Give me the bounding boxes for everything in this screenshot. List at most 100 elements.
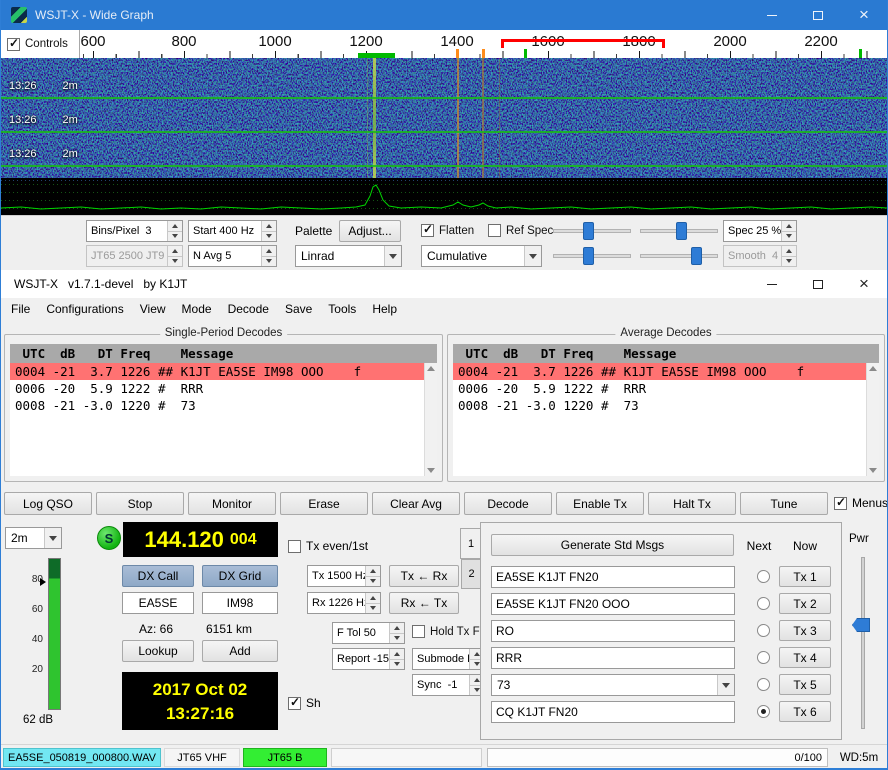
menu-mode[interactable]: Mode xyxy=(174,299,220,319)
menu-view[interactable]: View xyxy=(132,299,174,319)
spectrum-plot[interactable] xyxy=(1,178,887,215)
bins-pixel-spinbox[interactable]: Bins/Pixel 3 xyxy=(86,220,183,242)
spin-up-icon[interactable] xyxy=(366,566,380,576)
tx4-now-button[interactable]: Tx 4 xyxy=(779,647,831,668)
tx6-now-button[interactable]: Tx 6 xyxy=(779,701,831,722)
decode-row[interactable]: 0004 -21 3.7 1226 ## K1JT EA5SE IM98 OOO… xyxy=(453,363,866,380)
f-tol-spinbox[interactable]: F Tol 50 xyxy=(332,622,405,644)
menu-file[interactable]: File xyxy=(3,299,38,319)
tx4-next-radio[interactable] xyxy=(757,651,770,664)
scrollbar[interactable] xyxy=(866,363,879,476)
tx1-message-input[interactable] xyxy=(491,566,735,588)
chevron-down-icon[interactable] xyxy=(717,675,734,695)
tx2-message-input[interactable] xyxy=(491,593,735,615)
spectrum-zero-slider[interactable] xyxy=(640,245,718,267)
flatten-toggle[interactable]: Flatten xyxy=(421,224,474,237)
sh-checkbox[interactable] xyxy=(288,697,301,710)
stop-button[interactable]: Stop xyxy=(96,492,184,515)
menu-configurations[interactable]: Configurations xyxy=(38,299,131,319)
rx-freq-spinbox[interactable]: Rx 1226 Hz xyxy=(307,592,381,614)
decode-row[interactable]: 0008 -21 -3.0 1220 # 73 xyxy=(453,397,866,414)
tab-2[interactable]: 2 xyxy=(461,559,481,589)
n-avg-spinbox[interactable]: N Avg 5 xyxy=(188,245,277,267)
spin-down-icon[interactable] xyxy=(168,231,182,242)
halt-tx-button[interactable]: Halt Tx xyxy=(648,492,736,515)
scroll-down-icon[interactable] xyxy=(427,468,435,473)
spin-up-icon[interactable] xyxy=(782,221,796,231)
display-mode-combobox[interactable]: Cumulative xyxy=(421,245,542,267)
start-freq-spinbox[interactable]: Start 400 Hz xyxy=(188,220,277,242)
adjust-button[interactable]: Adjust... xyxy=(339,220,401,242)
ref-spec-toggle[interactable]: Ref Spec xyxy=(488,224,553,237)
scroll-down-icon[interactable] xyxy=(869,468,877,473)
minimize-button[interactable] xyxy=(749,270,795,298)
spec-percent-spinbox[interactable]: Spec 25 % xyxy=(723,220,797,242)
dx-call-input[interactable] xyxy=(122,592,194,614)
main-titlebar[interactable]: WSJT-X v1.7.1-devel by K1JT xyxy=(1,270,887,298)
tx-from-rx-button[interactable]: Tx ← Rx xyxy=(389,565,459,587)
tx5-next-radio[interactable] xyxy=(757,678,770,691)
tab-1[interactable]: 1 xyxy=(460,528,481,559)
tx-even-checkbox[interactable] xyxy=(288,540,301,553)
ref-spec-checkbox[interactable] xyxy=(488,224,501,237)
band-combobox[interactable]: 2m xyxy=(5,527,62,549)
tune-button[interactable]: Tune xyxy=(740,492,828,515)
erase-button[interactable]: Erase xyxy=(280,492,368,515)
menu-save[interactable]: Save xyxy=(277,299,320,319)
menu-tools[interactable]: Tools xyxy=(320,299,364,319)
chevron-down-icon[interactable] xyxy=(44,528,61,548)
slider-handle[interactable] xyxy=(676,222,687,240)
decode-button[interactable]: Decode xyxy=(464,492,552,515)
waterfall-gain-slider[interactable] xyxy=(553,220,631,242)
waterfall-display[interactable]: 13:262m 13:262m 13:262m xyxy=(1,58,887,178)
tx6-message-input[interactable] xyxy=(491,701,735,723)
spin-up-icon[interactable] xyxy=(390,623,404,633)
tx2-now-button[interactable]: Tx 2 xyxy=(779,593,831,614)
log-qso-button[interactable]: Log QSO xyxy=(4,492,92,515)
add-button[interactable]: Add xyxy=(202,640,278,662)
spin-down-icon[interactable] xyxy=(262,256,276,267)
dx-grid-input[interactable] xyxy=(202,592,278,614)
tx1-next-radio[interactable] xyxy=(757,570,770,583)
wide-graph-titlebar[interactable]: WSJT-X - Wide Graph xyxy=(1,0,887,30)
tx-even-toggle[interactable]: Tx even/1st xyxy=(288,539,368,553)
waterfall-zero-slider[interactable] xyxy=(640,220,718,242)
spin-up-icon[interactable] xyxy=(262,221,276,231)
dx-grid-button[interactable]: DX Grid xyxy=(202,565,278,587)
menu-decode[interactable]: Decode xyxy=(220,299,277,319)
report-spinbox[interactable]: Report -15 xyxy=(332,648,405,670)
tx5-now-button[interactable]: Tx 5 xyxy=(779,674,831,695)
spin-down-icon[interactable] xyxy=(390,659,404,670)
spin-up-icon[interactable] xyxy=(366,593,380,603)
slider-handle[interactable] xyxy=(583,222,594,240)
menus-checkbox[interactable] xyxy=(834,497,847,510)
decode-row[interactable]: 0006 -20 5.9 1222 # RRR xyxy=(453,380,866,397)
tx3-message-input[interactable] xyxy=(491,620,735,642)
decode-row[interactable]: 0004 -21 3.7 1226 ## K1JT EA5SE IM98 OOO… xyxy=(10,363,424,380)
minimize-button[interactable] xyxy=(749,0,795,30)
controls-toggle[interactable]: Controls xyxy=(1,30,80,58)
controls-checkbox[interactable] xyxy=(7,38,20,51)
palette-combobox[interactable]: Linrad xyxy=(295,245,402,267)
maximize-button[interactable] xyxy=(795,270,841,298)
chevron-down-icon[interactable] xyxy=(384,246,401,266)
scrollbar[interactable] xyxy=(424,363,437,476)
tx1-now-button[interactable]: Tx 1 xyxy=(779,566,831,587)
generate-std-msgs-button[interactable]: Generate Std Msgs xyxy=(491,534,734,556)
tx5-message-combobox[interactable]: 73 xyxy=(491,674,735,696)
spin-up-icon[interactable] xyxy=(168,221,182,231)
tx3-now-button[interactable]: Tx 3 xyxy=(779,620,831,641)
spin-down-icon[interactable] xyxy=(366,576,380,587)
spin-down-icon[interactable] xyxy=(390,633,404,644)
submode-spinbox[interactable]: Submode B xyxy=(412,648,485,670)
enable-tx-button[interactable]: Enable Tx xyxy=(556,492,644,515)
pwr-slider-handle[interactable] xyxy=(852,618,870,632)
scroll-up-icon[interactable] xyxy=(869,366,877,371)
tx3-next-radio[interactable] xyxy=(757,624,770,637)
close-button[interactable] xyxy=(841,270,887,298)
sh-toggle[interactable]: Sh xyxy=(288,696,321,710)
decode-row[interactable]: 0008 -21 -3.0 1220 # 73 xyxy=(10,397,424,414)
rx-from-tx-button[interactable]: Rx ← Tx xyxy=(389,592,459,614)
hold-tx-freq-checkbox[interactable] xyxy=(412,625,425,638)
spin-up-icon[interactable] xyxy=(262,246,276,256)
